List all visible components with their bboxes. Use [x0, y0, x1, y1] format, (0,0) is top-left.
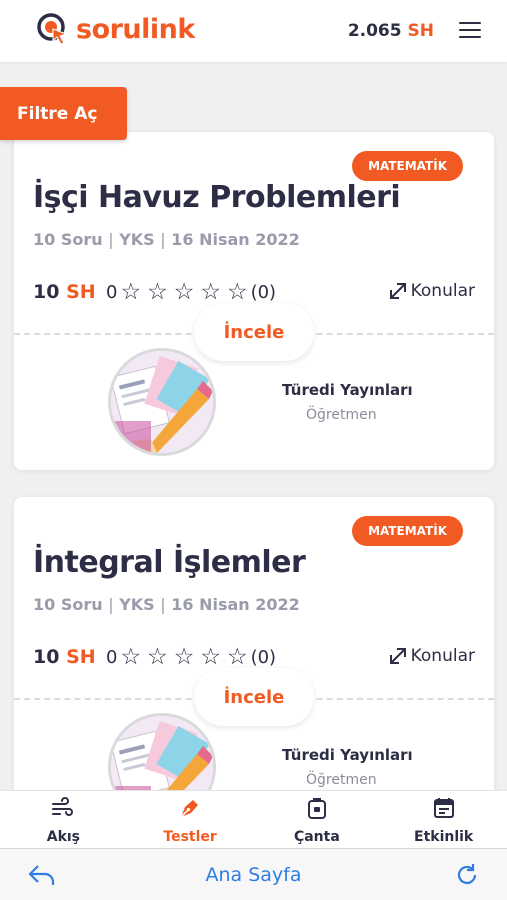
rating: 0 ☆ ☆ ☆ ☆ ☆ (0): [106, 646, 276, 669]
star-icon[interactable]: ☆: [174, 646, 195, 669]
price: 10 SH: [33, 646, 96, 668]
subject-tag: MATEMATİK: [352, 151, 463, 181]
logo-text: sorulink: [76, 13, 195, 45]
test-card[interactable]: MATEMATİK İntegral İşlemler 10 Soru | YK…: [14, 497, 494, 835]
publisher-avatar[interactable]: [108, 348, 216, 456]
star-icon[interactable]: ☆: [147, 281, 168, 304]
star-icon[interactable]: ☆: [120, 281, 141, 304]
test-title[interactable]: İntegral İşlemler: [33, 545, 306, 580]
price-unit: SH: [66, 281, 96, 303]
balance: 2.065 SH: [348, 21, 434, 41]
logo-cursor-icon: [37, 13, 68, 45]
rating-value: 0: [106, 282, 118, 303]
test-meta: 10 Soru | YKS | 16 Nisan 2022: [33, 595, 300, 614]
tab-label: Etkinlik: [414, 829, 474, 845]
star-icon[interactable]: ☆: [174, 281, 195, 304]
exam-type: YKS: [119, 595, 155, 614]
publisher-role: Öğretmen: [306, 407, 377, 423]
star-icon[interactable]: ☆: [227, 646, 248, 669]
wind-icon: [52, 797, 74, 816]
balance-value: 2.065: [347, 21, 402, 41]
pen-nib-icon: [180, 800, 199, 818]
rating: 0 ☆ ☆ ☆ ☆ ☆ (0): [106, 281, 276, 304]
balance-unit: SH: [407, 21, 434, 41]
test-date: 16 Nisan 2022: [171, 230, 300, 249]
tab-etkinlik[interactable]: Etkinlik: [380, 791, 507, 848]
topics-label: Konular: [410, 281, 475, 301]
meta-separator: |: [108, 230, 114, 249]
star-icon[interactable]: ☆: [227, 281, 248, 304]
logo[interactable]: sorulink: [36, 12, 195, 46]
price-value: 10: [33, 646, 60, 668]
browser-toolbar: Ana Sayfa: [0, 848, 507, 900]
test-meta: 10 Soru | YKS | 16 Nisan 2022: [33, 230, 300, 249]
topics-link[interactable]: Konular: [388, 646, 475, 666]
star-icon[interactable]: ☆: [200, 646, 221, 669]
price-value: 10: [33, 281, 60, 303]
hamburger-menu-icon[interactable]: [459, 22, 481, 40]
tab-testler[interactable]: Testler: [127, 791, 254, 848]
star-icon[interactable]: ☆: [120, 646, 141, 669]
question-count: 10 Soru: [33, 595, 103, 614]
browser-title[interactable]: Ana Sayfa: [205, 864, 301, 886]
test-date: 16 Nisan 2022: [171, 595, 300, 614]
rating-count: (0): [250, 282, 277, 303]
tab-label: Testler: [163, 829, 217, 845]
tab-canta[interactable]: Çanta: [254, 791, 381, 848]
tab-akis[interactable]: Akış: [0, 791, 127, 848]
star-icon[interactable]: ☆: [200, 281, 221, 304]
star-icon[interactable]: ☆: [147, 646, 168, 669]
price-unit: SH: [66, 646, 96, 668]
bottom-tab-bar: Akış Testler Çanta Etkinlik: [0, 790, 507, 848]
publisher-name[interactable]: Türedi Yayınları: [282, 746, 413, 764]
expand-arrow-icon: [389, 283, 406, 299]
bag-icon: [307, 798, 326, 819]
rating-value: 0: [106, 647, 118, 668]
test-title[interactable]: İşçi Havuz Problemleri: [33, 180, 401, 215]
publisher-name[interactable]: Türedi Yayınları: [282, 381, 413, 399]
meta-separator: |: [160, 595, 166, 614]
price: 10 SH: [33, 281, 96, 303]
reload-icon[interactable]: [453, 861, 481, 889]
topics-link[interactable]: Konular: [388, 281, 475, 301]
tab-label: Çanta: [293, 829, 340, 845]
meta-separator: |: [160, 230, 166, 249]
expand-arrow-icon: [389, 648, 406, 664]
inspect-button[interactable]: İncele: [194, 303, 314, 361]
inspect-button[interactable]: İncele: [194, 668, 314, 726]
question-count: 10 Soru: [33, 230, 103, 249]
subject-tag: MATEMATİK: [352, 516, 463, 546]
rating-count: (0): [250, 647, 277, 668]
test-card[interactable]: MATEMATİK İşçi Havuz Problemleri 10 Soru…: [14, 132, 494, 470]
exam-type: YKS: [119, 230, 155, 249]
books-pencil-image: [111, 351, 213, 453]
tab-label: Akış: [46, 829, 81, 845]
calendar-icon: [433, 798, 454, 818]
publisher-role: Öğretmen: [306, 772, 377, 788]
reply-arrow-icon[interactable]: [27, 862, 57, 888]
meta-separator: |: [108, 595, 114, 614]
topics-label: Konular: [410, 646, 475, 666]
top-bar: sorulink 2.065 SH: [0, 0, 507, 62]
filter-button[interactable]: Filtre Aç: [0, 87, 127, 140]
